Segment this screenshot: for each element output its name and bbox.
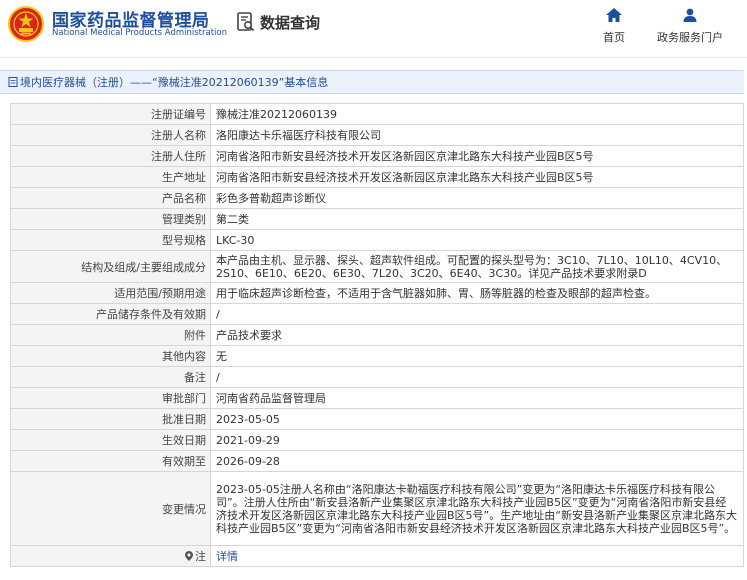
table-row: 生产地址 河南省洛阳市新安县经济技术开发区洛新园区京津北路东大科技产业园B区5号 <box>10 166 744 188</box>
site-header: 国家药品监督管理局 National Medical Products Admi… <box>0 0 747 58</box>
row-value: 河南省药品监督管理局 <box>210 387 744 409</box>
row-label: 批准日期 <box>10 408 211 430</box>
row-value: 豫械注准20212060139 <box>210 103 744 125</box>
detail-table: 注册证编号 豫械注准20212060139 注册人名称 洛阳康达卡乐福医疗科技有限公… <box>10 103 744 567</box>
row-label: 生效日期 <box>10 429 211 451</box>
table-row: 注册人名称 洛阳康达卡乐福医疗科技有限公司 <box>10 124 744 146</box>
row-label: 变更情况 <box>10 471 211 546</box>
row-value: 彩色多普勒超声诊断仪 <box>210 187 744 209</box>
location-pin-icon <box>185 551 193 561</box>
document-icon <box>8 77 18 87</box>
brand-name-english: National Medical Products Administration <box>52 28 227 38</box>
nav-home[interactable]: 首页 <box>596 8 632 45</box>
row-value: 2026-09-28 <box>210 450 744 472</box>
details-link[interactable]: 详情 <box>216 550 238 563</box>
table-row: 变更情况 2023-05-05注册人名称由“洛阳康达卡勒福医疗科技有限公司”变更为… <box>10 471 744 546</box>
row-value: 产品技术要求 <box>210 324 744 346</box>
row-label: 有效期至 <box>10 450 211 472</box>
table-row: 适用范围/预期用途 用于临床超声诊断检查，不适用于含气脏器如肺、胃、肠等脏器的检查… <box>10 282 744 304</box>
row-value: 无 <box>210 345 744 367</box>
document-search-icon <box>237 12 255 32</box>
table-row: 附件 产品技术要求 <box>10 324 744 346</box>
row-value: 2023-05-05 <box>210 408 744 430</box>
note-label-cell: 注 <box>10 545 211 567</box>
row-label: 管理类别 <box>10 208 211 230</box>
table-row: 有效期至 2026-09-28 <box>10 450 744 472</box>
row-label: 产品名称 <box>10 187 211 209</box>
row-value: 第二类 <box>210 208 744 230</box>
table-row: 型号规格 LKC-30 <box>10 229 744 251</box>
table-row: 结构及组成/主要组成成分 本产品由主机、显示器、探头、超声软件组成。可配置的探头型… <box>10 250 744 283</box>
table-row: 产品名称 彩色多普勒超声诊断仪 <box>10 187 744 209</box>
table-row: 管理类别 第二类 <box>10 208 744 230</box>
record-title: 境内医疗器械（注册）——“豫械注准20212060139”基本信息 <box>20 76 329 89</box>
row-label: 注册人住所 <box>10 145 211 167</box>
row-value: 2023-05-05注册人名称由“洛阳康达卡勒福医疗科技有限公司”变更为“洛阳康… <box>210 471 744 546</box>
row-value: 本产品由主机、显示器、探头、超声软件组成。可配置的探头型号为：3C10、7L10… <box>210 250 744 283</box>
data-query-link[interactable]: 数据查询 <box>236 9 320 35</box>
row-label: 生产地址 <box>10 166 211 188</box>
row-label: 注 <box>195 550 206 563</box>
table-row: 其他内容无 <box>10 345 744 367</box>
row-label: 其他内容 <box>10 345 211 367</box>
row-value: 洛阳康达卡乐福医疗科技有限公司 <box>210 124 744 146</box>
table-row: 批准日期 2023-05-05 <box>10 408 744 430</box>
nav-home-label: 首页 <box>603 31 625 44</box>
table-row: 产品储存条件及有效期 / <box>10 303 744 325</box>
row-value: LKC-30 <box>210 229 744 251</box>
row-label: 附件 <box>10 324 211 346</box>
home-icon <box>606 8 622 22</box>
table-row: 审批部门 河南省药品监督管理局 <box>10 387 744 409</box>
row-label: 审批部门 <box>10 387 211 409</box>
national-emblem-logo[interactable] <box>8 6 44 42</box>
row-label: 注册证编号 <box>10 103 211 125</box>
user-icon <box>683 8 697 22</box>
row-label: 结构及组成/主要组成成分 <box>10 250 211 283</box>
row-value: 详情 <box>210 545 744 567</box>
row-value: 河南省洛阳市新安县经济技术开发区洛新园区京津北路东大科技产业园B区5号 <box>210 145 744 167</box>
table-row: 备注 / <box>10 366 744 388</box>
nav-service-label: 政务服务门户 <box>657 31 723 44</box>
record-title-bar: 境内医疗器械（注册）——“豫械注准20212060139”基本信息 <box>0 70 744 94</box>
table-row: 生效日期 2021-09-29 <box>10 429 744 451</box>
row-label: 备注 <box>10 366 211 388</box>
row-label: 型号规格 <box>10 229 211 251</box>
row-value: / <box>210 303 744 325</box>
row-label: 产品储存条件及有效期 <box>10 303 211 325</box>
row-value: 2021-09-29 <box>210 429 744 451</box>
table-row: 注册证编号 豫械注准20212060139 <box>10 103 744 125</box>
row-label: 适用范围/预期用途 <box>10 282 211 304</box>
row-value: 河南省洛阳市新安县经济技术开发区洛新园区京津北路东大科技产业园B区5号 <box>210 166 744 188</box>
nav-service-portal[interactable]: 政务服务门户 <box>650 8 730 45</box>
table-row: 注 详情 <box>10 545 744 567</box>
row-value: / <box>210 366 744 388</box>
data-query-label: 数据查询 <box>260 13 321 32</box>
table-row: 注册人住所 河南省洛阳市新安县经济技术开发区洛新园区京津北路东大科技产业园B区5号 <box>10 145 744 167</box>
row-label: 注册人名称 <box>10 124 211 146</box>
row-value: 用于临床超声诊断检查，不适用于含气脏器如肺、胃、肠等脏器的检查及眼部的超声检查。 <box>210 282 744 304</box>
